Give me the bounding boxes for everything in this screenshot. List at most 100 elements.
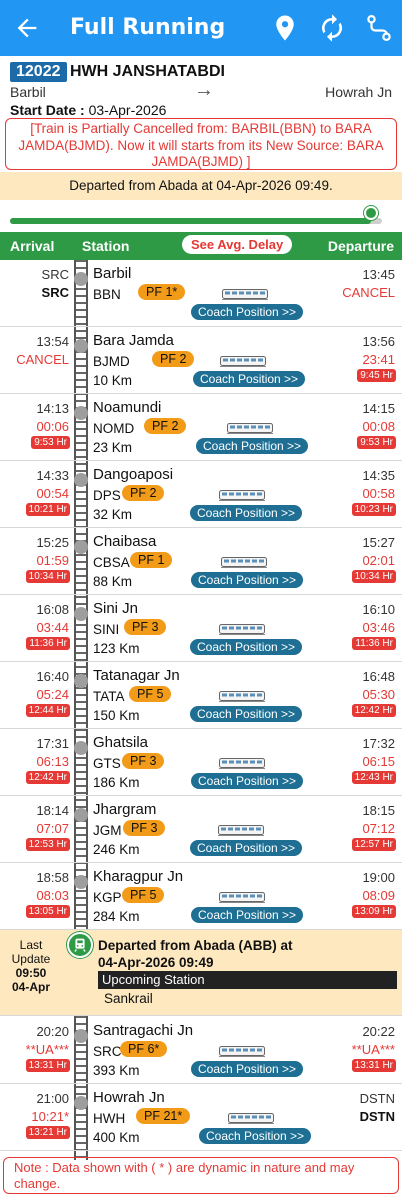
cancellation-notice: [Train is Partially Cancelled from: BARB… <box>5 118 397 170</box>
station-name: Noamundi <box>93 399 162 416</box>
station-row[interactable]: 18:14 07:07 12:53 Hr Jhargram JGM PF 3 246 Km C… <box>0 796 402 863</box>
back-arrow-icon[interactable] <box>12 14 42 42</box>
station-code: CBSA <box>93 555 130 570</box>
station-code: BJMD <box>93 354 130 369</box>
distance: 284 Km <box>93 909 140 924</box>
distance: 186 Km <box>93 775 140 790</box>
coach-train-icon <box>219 624 265 635</box>
scheduled-departure: 19:00 <box>362 870 395 885</box>
scheduled-departure: 14:15 <box>362 401 395 416</box>
coach-position-button[interactable]: Coach Position >> <box>191 907 304 923</box>
platform-badge: PF 2 <box>144 418 187 434</box>
platform-badge: PF 2 <box>152 351 195 367</box>
station-row[interactable]: 17:31 06:13 12:42 Hr Ghatsila GTS PF 3 186 Km C… <box>0 729 402 796</box>
coach-position-button[interactable]: Coach Position >> <box>190 639 303 655</box>
progress-fill <box>10 218 371 224</box>
platform-badge: PF 5 <box>122 887 165 903</box>
upcoming-station-name: Sankrail <box>104 991 153 1006</box>
scheduled-departure: 15:27 <box>362 535 395 550</box>
coach-position-button[interactable]: Coach Position >> <box>191 572 304 588</box>
scheduled-departure: 16:48 <box>362 669 395 684</box>
arrival-delay-badge: 11:36 Hr <box>26 637 70 650</box>
station-row[interactable]: SRC SRC Barbil BBN PF 1* Coach Position >> 13:… <box>0 260 402 327</box>
station-row[interactable]: 20:20 **UA*** 13:31 Hr Santragachi Jn SRC PF … <box>0 1017 402 1084</box>
station-node <box>74 406 88 420</box>
distance: 32 Km <box>93 507 133 522</box>
coach-train-icon <box>219 1046 265 1057</box>
station-code: SINI <box>93 622 120 637</box>
actual-arrival: 01:59 <box>36 553 69 568</box>
station-node <box>74 875 88 889</box>
last-update: Last Update 09:50 04-Apr <box>11 938 51 994</box>
station-row[interactable]: 16:40 05:24 12:44 Hr Tatanagar Jn TATA PF 5 15… <box>0 662 402 729</box>
station-code: HWH <box>93 1111 126 1126</box>
upcoming-station-label: Upcoming Station <box>98 971 397 989</box>
departure-delay-badge: 10:34 Hr <box>351 570 396 583</box>
distance: 23 Km <box>93 440 133 455</box>
map-pin-icon[interactable] <box>270 13 300 43</box>
coach-position-button[interactable]: Coach Position >> <box>196 438 309 454</box>
departure-delay-badge: 13:09 Hr <box>351 905 396 918</box>
scheduled-arrival: 18:14 <box>36 803 69 818</box>
station-name: Ghatsila <box>93 734 149 751</box>
coach-train-icon <box>228 1113 274 1124</box>
coach-position-button[interactable]: Coach Position >> <box>190 840 303 856</box>
station-row[interactable]: 21:00 10:21* 13:21 Hr Howrah Jn HWH PF 21* 400… <box>0 1084 402 1151</box>
refresh-icon[interactable] <box>317 13 347 43</box>
station-name: Dangoaposi <box>93 466 174 483</box>
coach-train-icon <box>218 825 264 836</box>
start-date: Start Date : 03-Apr-2026 <box>10 102 167 118</box>
station-row[interactable]: 14:33 00:54 10:21 Hr Dangoaposi DPS PF 2 32 Km… <box>0 461 402 528</box>
coach-position-button[interactable]: Coach Position >> <box>191 304 304 320</box>
live-status-text: Departed from Abada (ABB) at 04-Apr-2026… <box>98 938 293 970</box>
actual-arrival: 06:13 <box>36 754 69 769</box>
station-row[interactable]: 18:58 08:03 13:05 Hr Kharagpur Jn KGP PF 5 284… <box>0 863 402 930</box>
station-row[interactable]: 13:54 CANCEL Bara Jamda BJMD PF 2 10 Km Coach … <box>0 327 402 394</box>
station-code: JGM <box>93 823 122 838</box>
departure-delay-badge: 12:43 Hr <box>351 771 396 784</box>
station-code: NOMD <box>93 421 135 436</box>
coach-position-button[interactable]: Coach Position >> <box>190 706 303 722</box>
actual-arrival: SRC <box>41 285 69 300</box>
station-row[interactable]: 16:08 03:44 11:36 Hr Sini Jn SINI PF 3 123 Km C… <box>0 595 402 662</box>
station-code: TATA <box>93 689 125 704</box>
departure-delay-badge: 12:42 Hr <box>351 704 396 717</box>
coach-position-button[interactable]: Coach Position >> <box>199 1128 312 1144</box>
scheduled-arrival: 20:20 <box>36 1024 69 1039</box>
coach-position-button[interactable]: Coach Position >> <box>191 773 304 789</box>
actual-departure: 05:30 <box>362 687 395 702</box>
actual-arrival: 00:06 <box>36 419 69 434</box>
train-header: 12022 HWH JANSHATABDI Barbil → Howrah Jn… <box>0 58 402 218</box>
coach-position-button[interactable]: Coach Position >> <box>193 371 306 387</box>
station-header: Station <box>82 238 130 254</box>
coach-train-icon <box>219 490 265 501</box>
arrival-delay-badge: 13:21 Hr <box>25 1126 70 1139</box>
destination-station: Howrah Jn <box>325 84 392 100</box>
scheduled-arrival: SRC <box>41 267 69 282</box>
platform-badge: PF 1 <box>130 552 173 568</box>
distance: 246 Km <box>93 842 140 857</box>
scheduled-departure: 13:45 <box>362 267 395 282</box>
departure-delay-badge: 9:45 Hr <box>357 369 396 382</box>
station-code: SRC <box>93 1044 122 1059</box>
scheduled-arrival: 18:58 <box>36 870 69 885</box>
station-node <box>74 339 88 353</box>
station-node <box>74 540 88 554</box>
station-row[interactable]: 14:13 00:06 9:53 Hr Noamundi NOMD PF 2 23 Km Co… <box>0 394 402 461</box>
distance: 10 Km <box>93 373 133 388</box>
station-name: Santragachi Jn <box>93 1022 194 1039</box>
coach-train-icon <box>222 289 268 300</box>
station-row[interactable]: 15:25 01:59 10:34 Hr Chaibasa CBSA PF 1 88 Km C… <box>0 528 402 595</box>
scheduled-departure: 16:10 <box>362 602 395 617</box>
actual-arrival: 10:21* <box>31 1109 69 1124</box>
coach-position-button[interactable]: Coach Position >> <box>191 1061 304 1077</box>
station-name: Howrah Jn <box>93 1089 165 1106</box>
arrival-header: Arrival <box>10 238 55 254</box>
scheduled-arrival: 17:31 <box>36 736 69 751</box>
coach-train-icon <box>219 758 265 769</box>
coach-position-button[interactable]: Coach Position >> <box>190 505 303 521</box>
route-icon[interactable] <box>364 13 394 43</box>
see-avg-delay-button[interactable]: See Avg. Delay <box>182 235 293 254</box>
arrival-delay-badge: 12:44 Hr <box>25 704 70 717</box>
departure-delay-badge: 11:36 Hr <box>352 637 396 650</box>
